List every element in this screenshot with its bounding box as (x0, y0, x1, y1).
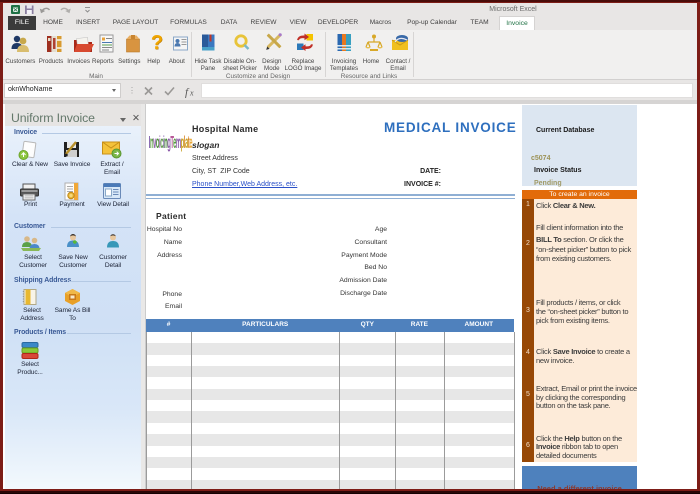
svg-text:x: x (189, 89, 194, 98)
